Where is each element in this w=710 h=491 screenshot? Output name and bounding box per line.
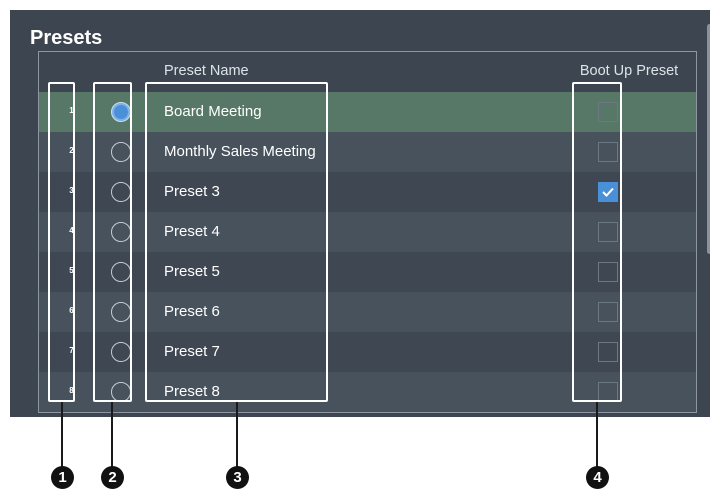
callout-box-radios (93, 82, 132, 402)
callout-line-4 (596, 402, 598, 468)
header-preset-name: Preset Name (164, 63, 249, 79)
callout-marker-3: 3 (226, 466, 249, 489)
callout-box-names (145, 82, 328, 402)
callout-box-numbers (48, 82, 75, 402)
callout-line-3 (236, 402, 238, 468)
callout-marker-2: 2 (101, 466, 124, 489)
panel-title: Presets (30, 27, 103, 49)
callout-line-2 (111, 402, 113, 468)
callout-line-1 (61, 402, 63, 468)
callout-marker-4: 4 (586, 466, 609, 489)
callout-marker-1: 1 (51, 466, 74, 489)
callout-box-boot-up (572, 82, 622, 402)
header-boot-up-preset: Boot Up Preset (579, 63, 679, 79)
